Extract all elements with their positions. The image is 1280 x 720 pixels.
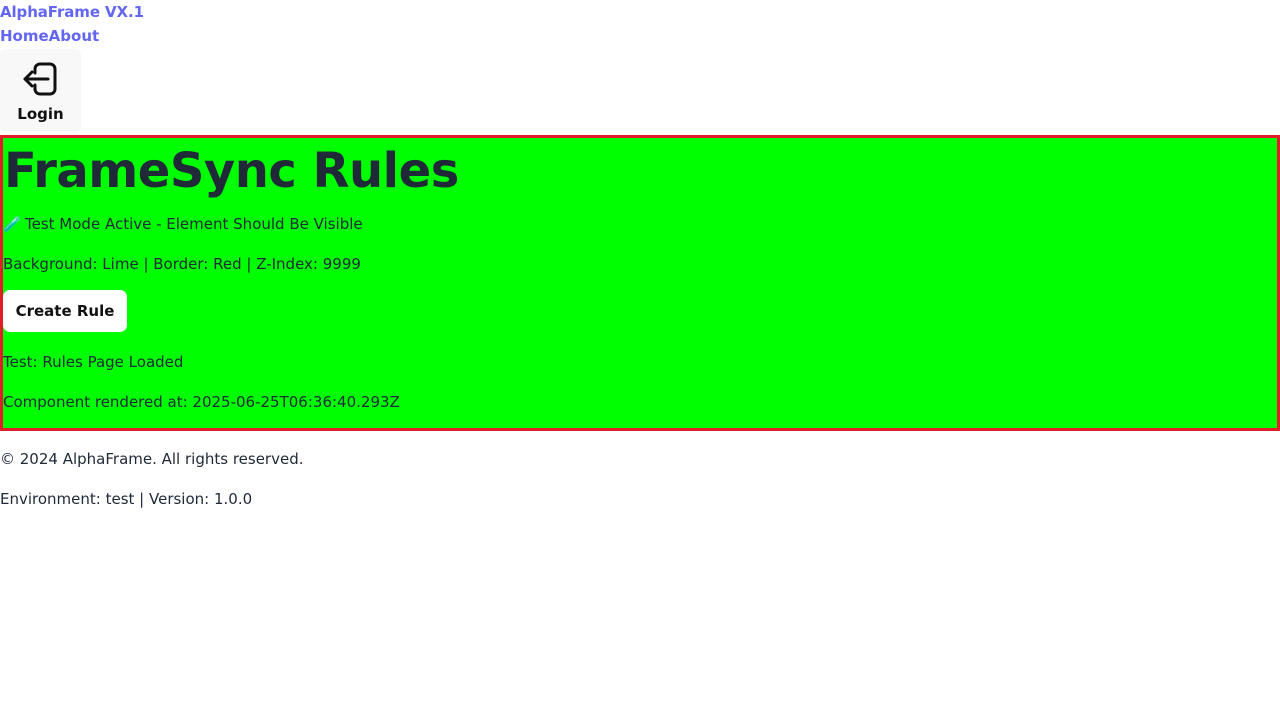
login-icon: [22, 62, 58, 96]
login-button[interactable]: Login: [0, 49, 81, 132]
test-tube-icon: 🧪: [3, 215, 22, 233]
test-mode-notice: 🧪 Test Mode Active - Element Should Be Vi…: [3, 215, 363, 233]
nav-link-about[interactable]: About: [49, 27, 100, 45]
main-nav: Home About: [0, 27, 99, 45]
login-label: Login: [17, 105, 64, 123]
style-info-text: Background: Lime | Border: Red | Z-Index…: [3, 255, 361, 273]
nav-link-home[interactable]: Home: [0, 27, 49, 45]
create-rule-button[interactable]: Create Rule: [3, 290, 127, 332]
brand-link[interactable]: AlphaFrame VX.1: [0, 3, 144, 21]
page-title: FrameSync Rules: [4, 143, 459, 199]
rules-panel: FrameSync Rules 🧪 Test Mode Active - Elem…: [0, 135, 1280, 431]
rendered-at-text: Component rendered at: 2025-06-25T06:36:…: [3, 393, 400, 411]
test-mode-text: Test Mode Active - Element Should Be Vis…: [25, 215, 363, 233]
page-loaded-text: Test: Rules Page Loaded: [3, 353, 184, 371]
copyright-text: © 2024 AlphaFrame. All rights reserved.: [0, 450, 304, 468]
environment-text: Environment: test | Version: 1.0.0: [0, 490, 253, 508]
